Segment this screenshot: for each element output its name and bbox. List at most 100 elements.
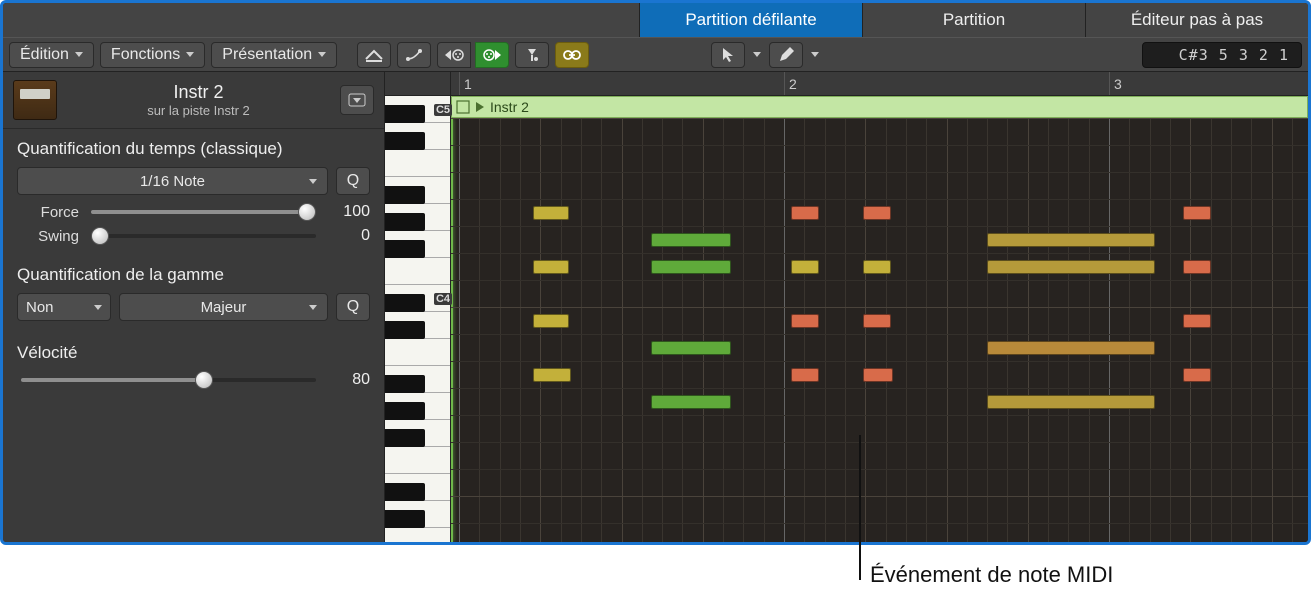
info-display: C#3 5 3 2 1 bbox=[1142, 42, 1302, 68]
link-icon bbox=[561, 48, 583, 62]
collapse-button[interactable] bbox=[340, 85, 374, 115]
catch-playhead-button[interactable] bbox=[357, 42, 391, 68]
chevron-down-icon bbox=[753, 52, 761, 57]
midi-note[interactable] bbox=[1183, 206, 1211, 220]
time-quantize-label: Quantification du temps (classique) bbox=[17, 139, 370, 159]
scale-type-value: Majeur bbox=[201, 299, 247, 316]
velocity-section: Vélocité 80 bbox=[3, 333, 384, 399]
menu-view-label: Présentation bbox=[222, 46, 312, 64]
midi-io-group bbox=[437, 42, 509, 68]
midi-note[interactable] bbox=[1183, 368, 1211, 382]
chevron-down-box-icon bbox=[348, 93, 366, 107]
midi-note[interactable] bbox=[1183, 260, 1211, 274]
swing-slider[interactable] bbox=[91, 227, 316, 245]
scale-type-select[interactable]: Majeur bbox=[119, 293, 328, 321]
midi-note[interactable] bbox=[987, 233, 1155, 247]
link-button[interactable] bbox=[555, 42, 589, 68]
note-grid[interactable] bbox=[451, 118, 1308, 542]
key-label-c5: C5 bbox=[434, 104, 452, 116]
editor-toolbar: Édition Fonctions Présentation bbox=[3, 37, 1308, 72]
midi-note[interactable] bbox=[651, 395, 731, 409]
midi-note[interactable] bbox=[863, 368, 893, 382]
midi-note[interactable] bbox=[791, 260, 819, 274]
left-click-tool[interactable] bbox=[711, 42, 745, 68]
menu-edit[interactable]: Édition bbox=[9, 42, 94, 68]
midi-note[interactable] bbox=[863, 206, 891, 220]
tab-score[interactable]: Partition bbox=[862, 3, 1085, 37]
midi-note[interactable] bbox=[863, 260, 891, 274]
chevron-down-icon bbox=[309, 179, 317, 184]
editor-tabs: Partition défilante Partition Éditeur pa… bbox=[3, 3, 1308, 37]
midi-note[interactable] bbox=[533, 260, 569, 274]
key-label-c4: C4 bbox=[434, 293, 452, 305]
play-icon bbox=[476, 102, 484, 112]
time-quantize-section: Quantification du temps (classique) 1/16… bbox=[3, 129, 384, 255]
midi-in-icon bbox=[443, 47, 465, 63]
menu-view[interactable]: Présentation bbox=[211, 42, 337, 68]
cmd-click-tool[interactable] bbox=[769, 42, 803, 68]
midi-note[interactable] bbox=[791, 206, 819, 220]
velocity-slider[interactable] bbox=[21, 371, 316, 389]
quantize-apply-button[interactable]: Q bbox=[336, 167, 370, 195]
force-slider[interactable] bbox=[91, 203, 316, 221]
midi-note[interactable] bbox=[651, 341, 731, 355]
region-name: Instr 2 bbox=[490, 99, 529, 115]
force-value: 100 bbox=[328, 203, 370, 221]
spacer bbox=[3, 3, 639, 37]
note-grid-area: 1 2 3 Instr 2 bbox=[451, 72, 1308, 542]
scale-enable-select[interactable]: Non bbox=[17, 293, 111, 321]
midi-in-button[interactable] bbox=[437, 42, 471, 68]
catch-playhead-icon bbox=[364, 47, 384, 63]
midi-note[interactable] bbox=[791, 314, 819, 328]
time-quantize-value: 1/16 Note bbox=[140, 173, 205, 190]
automation-curve-icon bbox=[404, 47, 424, 63]
annotation-label: Événement de note MIDI bbox=[870, 562, 1113, 588]
piano-roll-editor: Partition défilante Partition Éditeur pa… bbox=[0, 0, 1311, 545]
midi-note[interactable] bbox=[863, 314, 891, 328]
track-header: Instr 2 sur la piste Instr 2 bbox=[3, 72, 384, 129]
scale-quantize-label: Quantification de la gamme bbox=[17, 265, 370, 285]
playhead[interactable] bbox=[451, 118, 453, 542]
piano-keyboard[interactable]: C5 C4 bbox=[385, 72, 451, 542]
chevron-down-icon bbox=[811, 52, 819, 57]
force-label: Force bbox=[17, 204, 79, 221]
midi-out-button[interactable] bbox=[475, 42, 509, 68]
automation-button[interactable] bbox=[397, 42, 431, 68]
menu-functions[interactable]: Fonctions bbox=[100, 42, 205, 68]
swing-label: Swing bbox=[17, 228, 79, 245]
midi-note[interactable] bbox=[651, 233, 731, 247]
tab-step-editor[interactable]: Éditeur pas à pas bbox=[1085, 3, 1308, 37]
editor-body: Instr 2 sur la piste Instr 2 Quantificat… bbox=[3, 72, 1308, 542]
midi-note[interactable] bbox=[651, 260, 731, 274]
bar-marker-3: 3 bbox=[1109, 72, 1122, 95]
velocity-label: Vélocité bbox=[17, 343, 370, 363]
menu-edit-label: Édition bbox=[20, 46, 69, 64]
quantize-tool-icon bbox=[522, 47, 542, 63]
midi-note[interactable] bbox=[533, 314, 569, 328]
midi-note[interactable] bbox=[987, 260, 1155, 274]
midi-note[interactable] bbox=[533, 368, 571, 382]
scale-quantize-apply-button[interactable]: Q bbox=[336, 293, 370, 321]
region-header[interactable]: Instr 2 bbox=[451, 96, 1308, 118]
timeline-ruler[interactable]: 1 2 3 bbox=[451, 72, 1308, 96]
loop-region-icon bbox=[456, 100, 470, 114]
midi-note[interactable] bbox=[987, 341, 1155, 355]
time-quantize-select[interactable]: 1/16 Note bbox=[17, 167, 328, 195]
midi-out-icon bbox=[481, 47, 503, 63]
quantize-tool-button[interactable] bbox=[515, 42, 549, 68]
track-titles: Instr 2 sur la piste Instr 2 bbox=[67, 82, 330, 118]
chevron-down-icon bbox=[94, 305, 102, 310]
inspector-panel: Instr 2 sur la piste Instr 2 Quantificat… bbox=[3, 72, 385, 542]
chevron-down-icon bbox=[309, 305, 317, 310]
menu-functions-label: Fonctions bbox=[111, 46, 180, 64]
tool-selectors bbox=[711, 42, 823, 68]
midi-note[interactable] bbox=[791, 368, 819, 382]
midi-note[interactable] bbox=[1183, 314, 1211, 328]
scale-enable-value: Non bbox=[26, 299, 54, 316]
midi-note[interactable] bbox=[533, 206, 569, 220]
track-subtitle: sur la piste Instr 2 bbox=[67, 103, 330, 118]
chevron-down-icon bbox=[75, 52, 83, 57]
velocity-value: 80 bbox=[328, 371, 370, 389]
midi-note[interactable] bbox=[987, 395, 1155, 409]
tab-scrolling-score[interactable]: Partition défilante bbox=[639, 3, 862, 37]
